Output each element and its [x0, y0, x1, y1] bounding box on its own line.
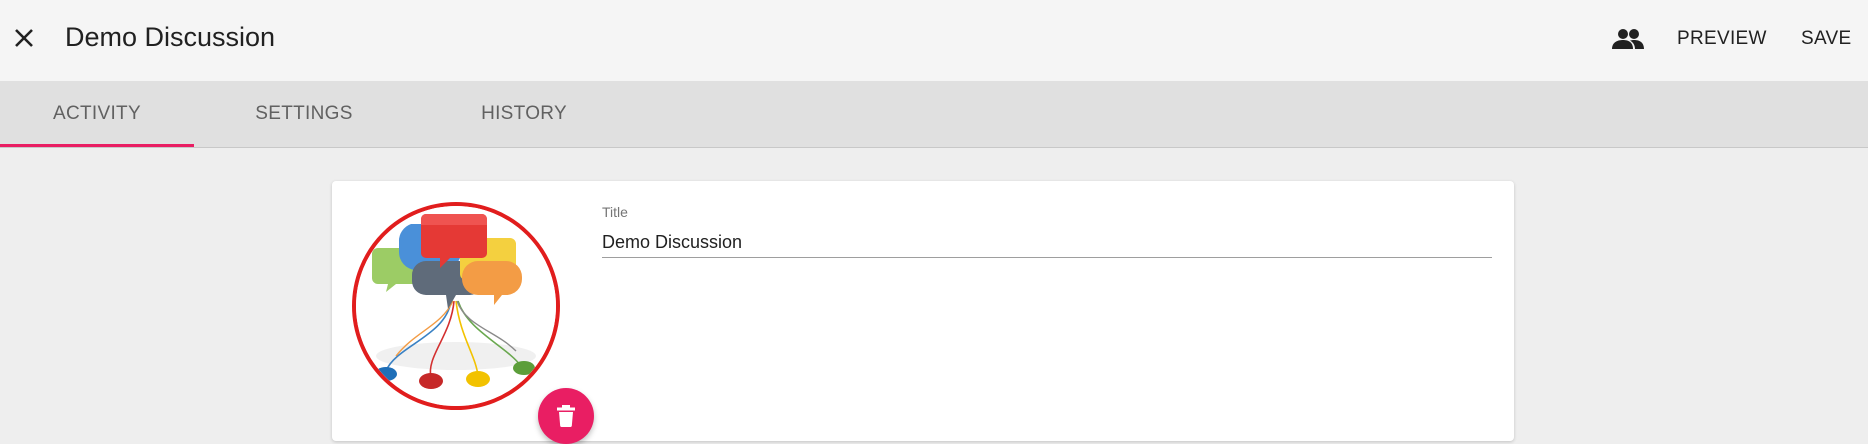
people-icon	[1612, 29, 1644, 49]
tab-settings[interactable]: SETTINGS	[222, 81, 386, 147]
save-button[interactable]: SAVE	[1801, 22, 1851, 56]
activity-card: Title	[332, 181, 1514, 444]
active-tab-indicator	[0, 144, 194, 147]
page-title: Demo Discussion	[65, 22, 276, 52]
close-button[interactable]	[8, 22, 40, 54]
activity-image-container	[352, 202, 594, 444]
preview-button[interactable]: PREVIEW	[1677, 22, 1767, 56]
delete-image-button[interactable]	[538, 388, 594, 444]
trash-icon	[557, 405, 575, 427]
tab-activity[interactable]: ACTIVITY	[0, 81, 194, 147]
activity-image[interactable]	[352, 202, 560, 410]
app-header: Demo Discussion PREVIEW SAVE	[0, 0, 1868, 81]
tab-history[interactable]: HISTORY	[440, 81, 608, 147]
title-field-label: Title	[602, 204, 628, 220]
participants-button[interactable]	[1608, 22, 1648, 56]
close-icon	[15, 29, 33, 47]
title-field: Title	[602, 203, 1492, 258]
tab-bar: ACTIVITY SETTINGS HISTORY	[0, 81, 1868, 148]
title-input[interactable]	[602, 227, 1492, 258]
discussion-speech-bubbles-image	[356, 206, 556, 406]
